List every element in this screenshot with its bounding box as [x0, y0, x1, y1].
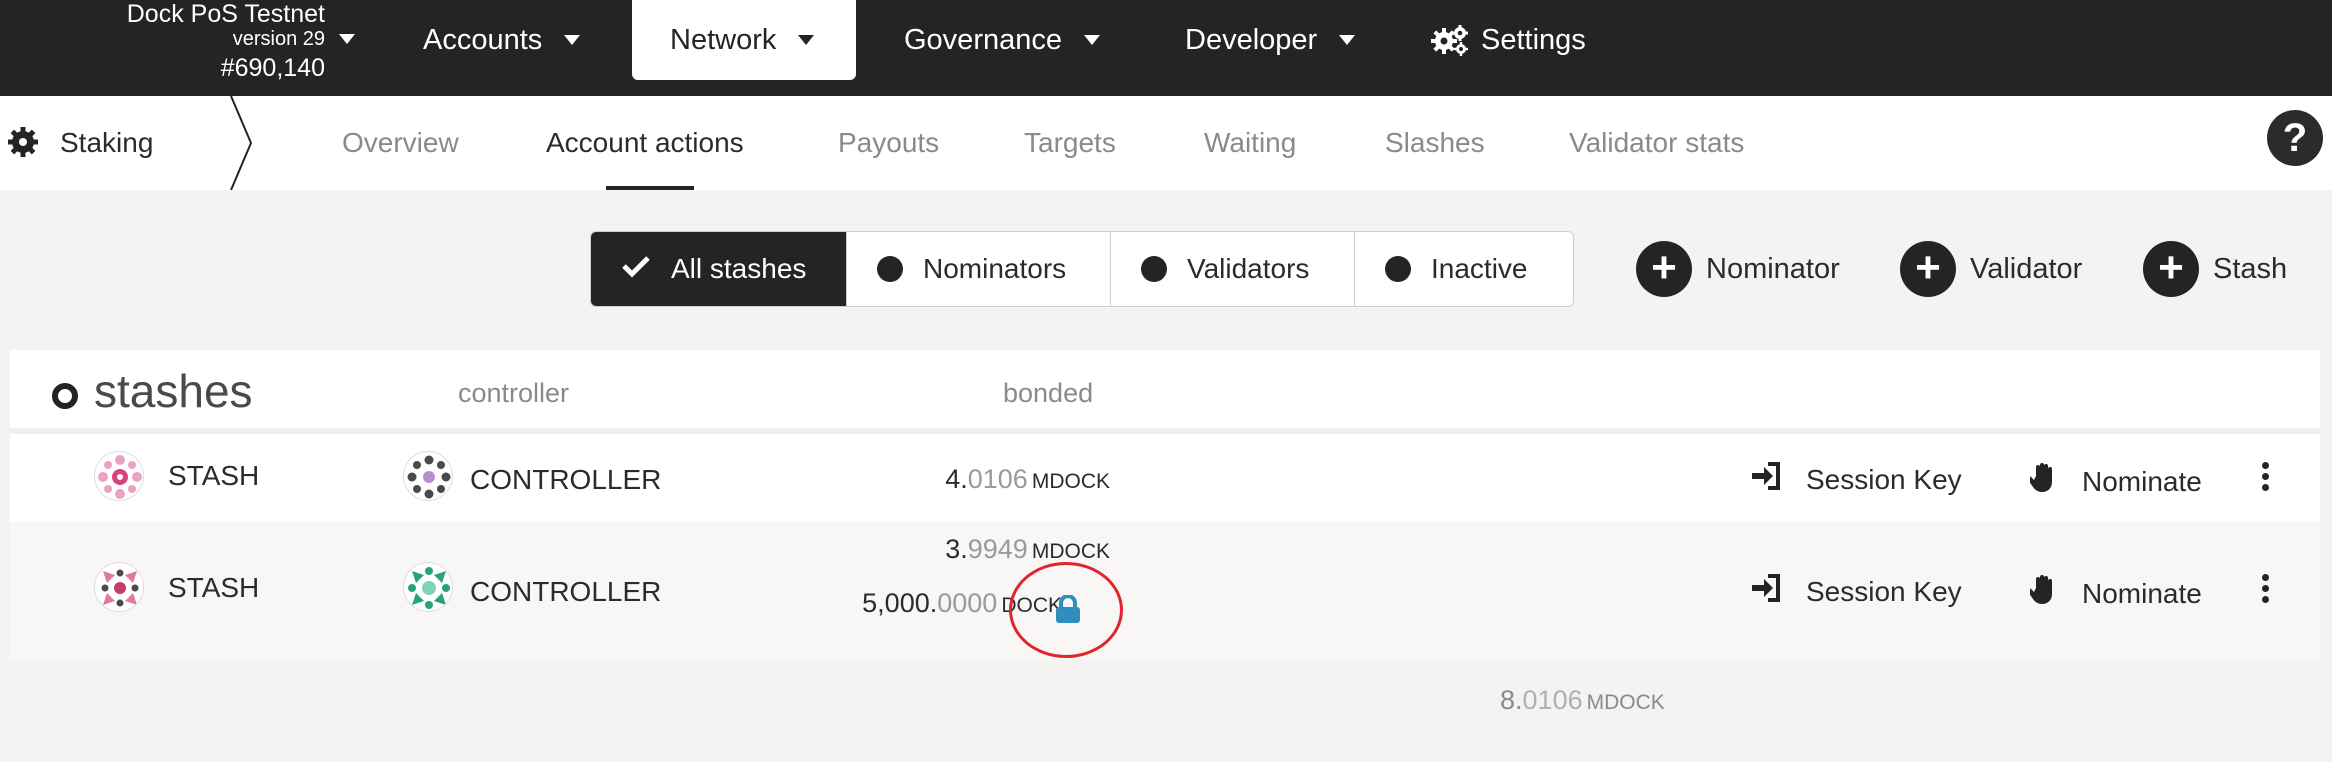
- staking-subnav: Staking Overview Account actions Payouts…: [0, 95, 2332, 191]
- filter-validators-label: Validators: [1187, 253, 1310, 284]
- nav-settings[interactable]: Settings: [1393, 0, 1624, 80]
- top-navbar: Dock PoS Testnet version 29 #690,140 Acc…: [0, 0, 2332, 96]
- chain-name: Dock PoS Testnet: [126, 0, 325, 28]
- add-stash-label: Stash: [2213, 252, 2288, 285]
- chevron-down-icon: [1084, 35, 1100, 45]
- bonded-amount: 3.9949 MDOCK: [945, 534, 1110, 564]
- nominate-button[interactable]: Nominate: [2027, 574, 2202, 613]
- controller-identicon[interactable]: [403, 451, 453, 501]
- add-validator-label: Validator: [1970, 252, 2083, 285]
- breadcrumb-separator: [225, 95, 255, 195]
- tab-slashes[interactable]: Slashes: [1385, 127, 1485, 159]
- filter-all-stashes[interactable]: All stashes: [591, 232, 847, 306]
- stash-identicon[interactable]: [94, 451, 144, 501]
- more-options-icon[interactable]: [2262, 462, 2270, 492]
- add-stash-button[interactable]: + Stash: [2143, 241, 2287, 297]
- sign-in-icon: [1750, 574, 1782, 609]
- chevron-down-icon: [798, 35, 815, 45]
- plus-icon: +: [1900, 241, 1956, 297]
- stash-name: STASH: [168, 572, 260, 603]
- radio-dot-icon: [877, 256, 903, 282]
- stashes-icon: [52, 383, 78, 409]
- highlight-circle: [1009, 562, 1123, 658]
- nav-settings-label: Settings: [1481, 23, 1586, 56]
- chevron-down-icon: [564, 35, 581, 45]
- check-icon: [621, 253, 651, 285]
- stash-filter-toggle: All stashes Nominators Validators Inacti…: [590, 231, 1574, 307]
- hand-icon: [2027, 574, 2058, 613]
- nominate-button[interactable]: Nominate: [2027, 462, 2202, 501]
- table-title: stashes: [94, 365, 253, 417]
- nominate-label: Nominate: [2082, 577, 2202, 609]
- total-bonded: 8.0106 MDOCK: [1500, 685, 1665, 715]
- gears-icon: [1431, 24, 1469, 56]
- nav-accounts[interactable]: Accounts: [385, 0, 618, 80]
- hand-icon: [2027, 462, 2058, 501]
- section-title: Staking: [60, 127, 154, 158]
- table-row: STASH CONTROLLER 3.9949 MDOCK 5,000.0000 D…: [10, 522, 2320, 660]
- session-key-label: Session Key: [1806, 575, 1962, 607]
- chevron-down-icon: [339, 34, 355, 44]
- radio-dot-icon: [1385, 256, 1411, 282]
- stash-name: STASH: [168, 460, 260, 491]
- tab-targets[interactable]: Targets: [1024, 127, 1116, 159]
- column-controller: controller: [458, 378, 570, 408]
- filter-all-label: All stashes: [671, 253, 807, 284]
- controller-name: CONTROLLER: [470, 464, 662, 495]
- session-key-button[interactable]: Session Key: [1750, 574, 1962, 609]
- more-options-icon[interactable]: [2262, 574, 2270, 604]
- stashes-table: stashes controller bonded STASH CONTROLL…: [10, 350, 2320, 660]
- session-key-label: Session Key: [1806, 463, 1962, 495]
- nav-accounts-label: Accounts: [423, 23, 543, 56]
- nominate-label: Nominate: [2082, 465, 2202, 497]
- nav-network-label: Network: [670, 23, 777, 56]
- filter-validators[interactable]: Validators: [1111, 232, 1355, 306]
- nav-network[interactable]: Network: [632, 0, 856, 80]
- filter-inactive-label: Inactive: [1431, 253, 1528, 284]
- controller-identicon[interactable]: [403, 562, 453, 612]
- radio-dot-icon: [1141, 256, 1167, 282]
- gear-icon: [6, 125, 40, 164]
- tab-account-actions[interactable]: Account actions: [546, 127, 744, 159]
- table-row: STASH CONTROLLER 4.0106 MDOCK Session Key…: [10, 434, 2320, 518]
- chain-version: version 29: [232, 28, 325, 50]
- add-validator-button[interactable]: + Validator: [1900, 241, 2082, 297]
- add-nominator-button[interactable]: + Nominator: [1636, 241, 1840, 297]
- nav-governance-label: Governance: [904, 23, 1062, 56]
- tab-overview[interactable]: Overview: [342, 127, 459, 159]
- filter-inactive[interactable]: Inactive: [1355, 232, 1573, 306]
- nav-developer[interactable]: Developer: [1147, 0, 1393, 80]
- stash-identicon[interactable]: [94, 562, 144, 612]
- bonded-amount: 4.0106 MDOCK: [945, 464, 1110, 494]
- table-header: stashes controller bonded: [10, 350, 2320, 428]
- sign-in-icon: [1750, 462, 1782, 497]
- plus-icon: +: [2143, 241, 2199, 297]
- plus-icon: +: [1636, 241, 1692, 297]
- help-icon[interactable]: ?: [2267, 110, 2323, 166]
- block-number: #690,140: [220, 54, 325, 82]
- tab-waiting[interactable]: Waiting: [1204, 127, 1296, 159]
- active-tab-indicator: [606, 186, 694, 190]
- add-nominator-label: Nominator: [1706, 252, 1840, 285]
- filter-nominators-label: Nominators: [923, 253, 1067, 284]
- nav-developer-label: Developer: [1185, 23, 1318, 56]
- nav-governance[interactable]: Governance: [866, 0, 1138, 80]
- chain-selector[interactable]: Dock PoS Testnet version 29 #690,140: [115, 0, 365, 96]
- session-key-button[interactable]: Session Key: [1750, 462, 1962, 497]
- tab-payouts[interactable]: Payouts: [838, 127, 939, 159]
- column-bonded: bonded: [1003, 378, 1094, 408]
- filter-nominators[interactable]: Nominators: [847, 232, 1111, 306]
- controller-name: CONTROLLER: [470, 576, 662, 607]
- chevron-down-icon: [1339, 35, 1356, 45]
- tab-validator-stats[interactable]: Validator stats: [1569, 127, 1744, 159]
